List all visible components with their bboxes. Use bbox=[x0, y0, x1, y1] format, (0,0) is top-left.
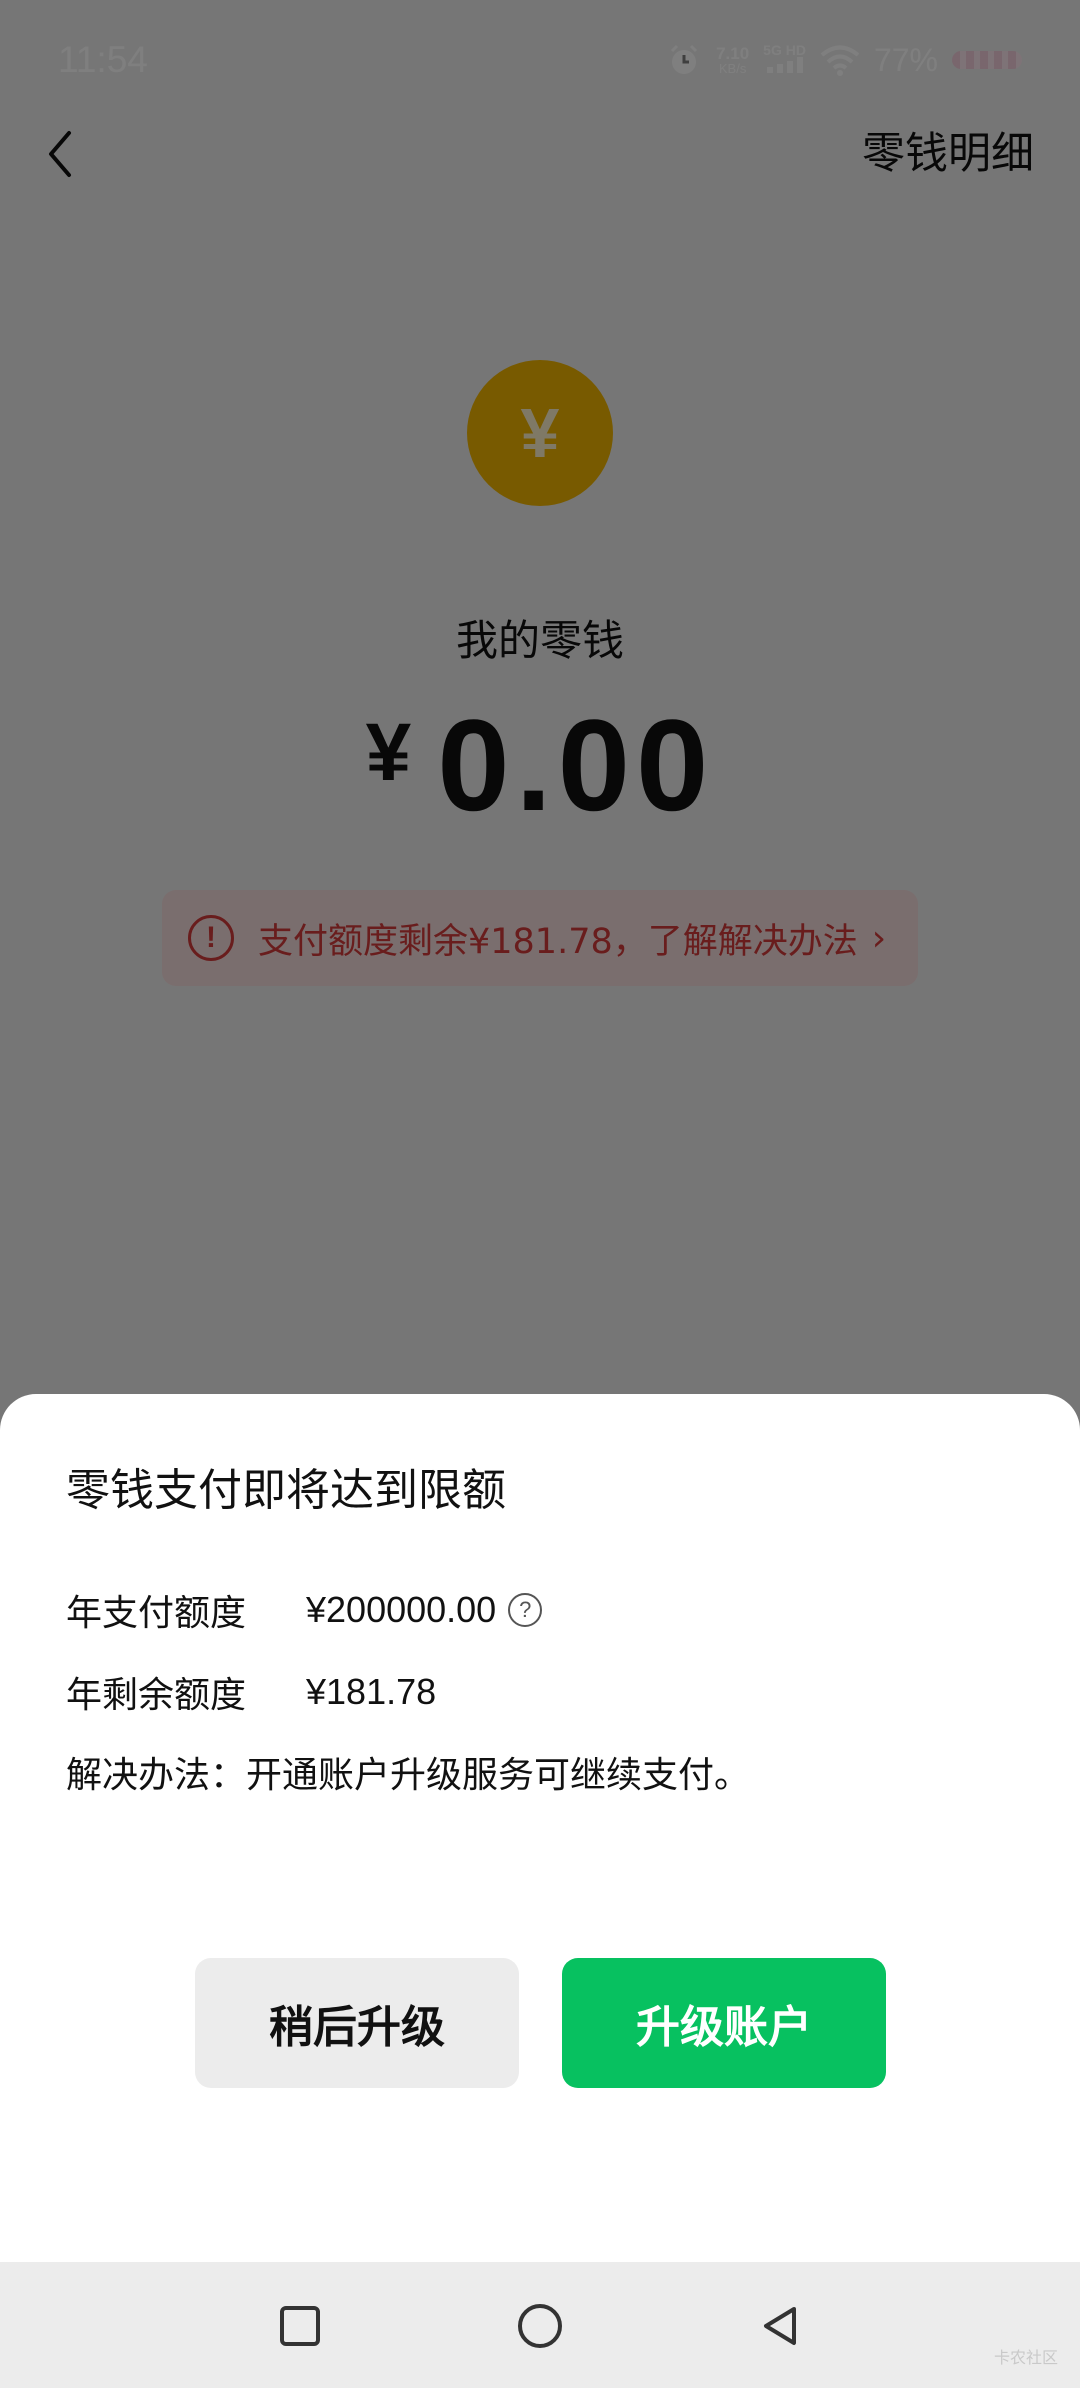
recents-button[interactable] bbox=[270, 2296, 330, 2356]
upgrade-later-button[interactable]: 稍后升级 bbox=[195, 1958, 519, 2088]
limit-bottom-sheet: 零钱支付即将达到限额 年支付额度 ¥200000.00 ? 年剩余额度 ¥181… bbox=[0, 1394, 1080, 2262]
sheet-title: 零钱支付即将达到限额 bbox=[66, 1465, 506, 1516]
remaining-limit-label: 年剩余额度 bbox=[66, 1675, 247, 1716]
watermark: 卡农社区 bbox=[993, 2348, 1058, 2367]
triangle-back-icon bbox=[764, 2307, 796, 2345]
home-button[interactable] bbox=[510, 2296, 570, 2356]
upgrade-account-button[interactable]: 升级账户 bbox=[562, 1958, 886, 2088]
solution-text: 解决办法：开通账户升级服务可继续支付。 bbox=[66, 1755, 751, 1796]
remaining-limit-row: 年剩余额度 ¥181.78 bbox=[66, 1666, 436, 1718]
annual-limit-row: 年支付额度 ¥200000.00 ? bbox=[66, 1584, 543, 1636]
help-icon[interactable]: ? bbox=[508, 1593, 543, 1627]
annual-limit-label: 年支付额度 bbox=[66, 1593, 247, 1634]
annual-limit-value: ¥200000.00 bbox=[306, 1589, 497, 1630]
system-back-button[interactable] bbox=[750, 2296, 810, 2356]
remaining-limit-value: ¥181.78 bbox=[306, 1671, 437, 1712]
system-nav-bar: 卡农社区 bbox=[0, 2262, 1080, 2388]
circle-icon bbox=[518, 2304, 562, 2348]
square-icon bbox=[280, 2306, 320, 2346]
